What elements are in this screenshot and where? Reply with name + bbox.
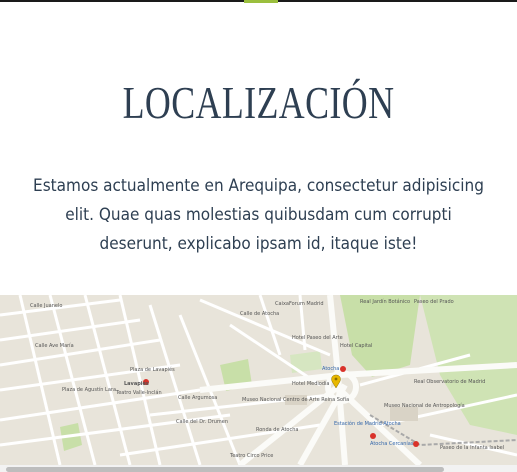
map-label: Estación de Madrid Atocha (334, 421, 401, 427)
map-label: Ronda de Atocha (256, 427, 299, 433)
map-label: Calle de Atocha (240, 311, 280, 317)
map-label: Hotel Paseo del Arte (292, 335, 343, 341)
map-label: CaixaForum Madrid (275, 301, 324, 307)
section-description: Estamos actualmente en Arequipa, consect… (33, 176, 484, 254)
map-label: Real Observatorio de Madrid (414, 379, 486, 385)
map-label: Paseo de la Infanta Isabel (440, 445, 505, 451)
active-nav-indicator (244, 0, 278, 3)
map-label: Museo Nacional Centro de Arte Reina Sofí… (242, 397, 350, 403)
section-title: LOCALIZACIÓN (122, 77, 395, 128)
map-label: Teatro Circo Price (230, 453, 274, 459)
location-map[interactable]: Calle Juanelo Calle Ave María Calle de A… (0, 295, 517, 465)
map-label: Calle Ave María (35, 343, 74, 349)
map-label: Plaza de Lavapiés (130, 367, 175, 373)
map-label: Hotel Capital (340, 343, 373, 349)
map-label: Paseo del Prado (414, 299, 454, 305)
scrollbar-thumb[interactable] (6, 467, 444, 472)
map-label: Museo Nacional de Antropología (384, 403, 465, 409)
map-label: Calle del Dr. Drumen (176, 419, 229, 425)
map-label: Calle Argumosa (178, 395, 218, 401)
map-label: Lavapiés (124, 381, 149, 387)
map-label: Teatro Valle-Inclán (116, 390, 162, 396)
map-label: Atocha Cercanías (370, 441, 414, 447)
museum-building (390, 407, 418, 421)
map-label: Real Jardín Botánico (360, 299, 411, 305)
map-label: Plaza de Agustín Lara (62, 387, 117, 393)
map-label: Atocha (322, 366, 340, 372)
map-label: Calle Juanelo (30, 303, 63, 309)
botanical-garden-area (340, 295, 420, 377)
map-label: Hotel Mediodía (292, 381, 330, 387)
